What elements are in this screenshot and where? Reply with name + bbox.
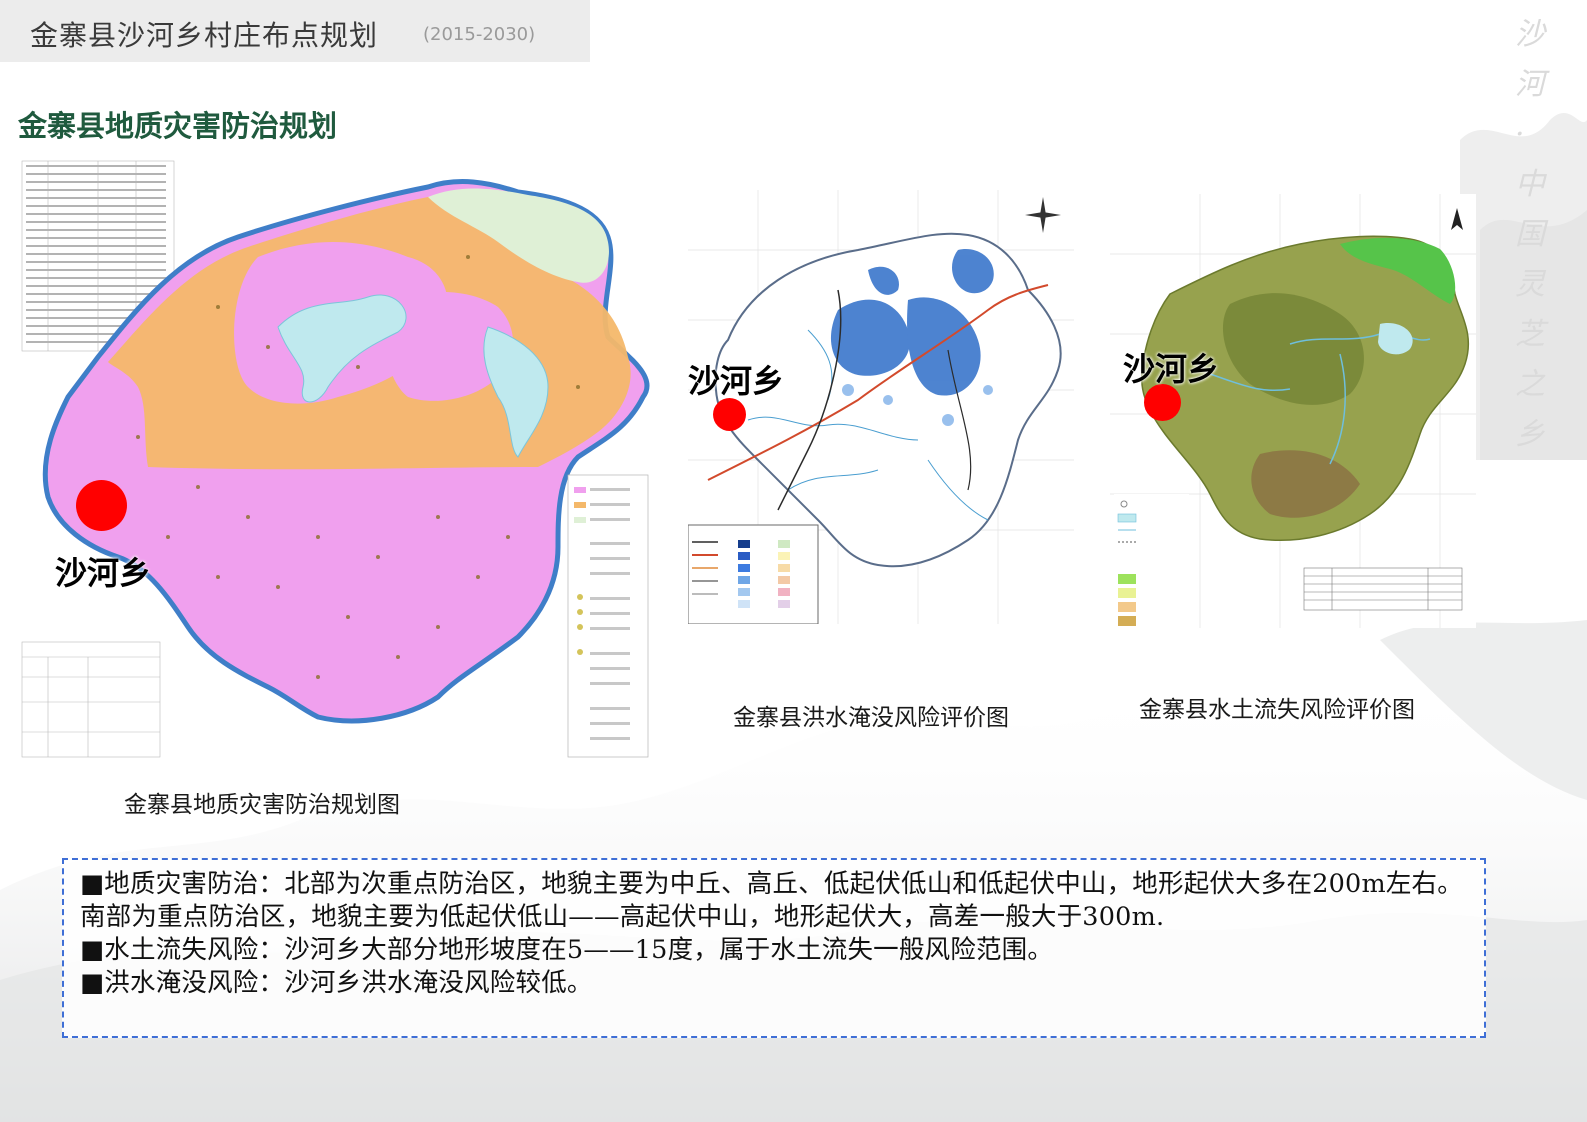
description-box: ■地质灾害防治：北部为次重点防治区，地貌主要为中丘、高丘、低起伏低山和低起伏中山… (62, 858, 1486, 1038)
description-geo-hazard: ■地质灾害防治：北部为次重点防治区，地貌主要为中丘、高丘、低起伏低山和低起伏中山… (80, 869, 1463, 932)
geo-map-caption: 金寨县地质灾害防治规划图 (124, 792, 400, 818)
geo-map-pin-label: 沙河乡 (55, 554, 152, 592)
section-title: 金寨县地质灾害防治规划 (18, 109, 338, 143)
geo-map-pin (76, 480, 127, 531)
page-title: 金寨县沙河乡村庄布点规划 (30, 19, 379, 52)
soil-stats-table (1303, 567, 1463, 611)
plan-years: (2015-2030) (423, 24, 536, 45)
geo-hazard-map (18, 157, 651, 765)
vertical-slogan: 沙河·中国灵芝之乡 (1515, 17, 1545, 452)
header-bar: 金寨县沙河乡村庄布点规划 (2015-2030) (0, 0, 590, 62)
description-soil-erosion: ■水土流失风险：沙河乡大部分地形坡度在5——15度，属于水土流失一般风险范围。 (80, 935, 1054, 965)
flood-map-pin (713, 398, 746, 431)
flood-map-pin-label: 沙河乡 (688, 362, 785, 400)
description-flood: ■洪水淹没风险：沙河乡洪水淹没风险较低。 (80, 968, 593, 998)
flood-map-caption: 金寨县洪水淹没风险评价图 (733, 705, 1009, 731)
soil-legend (1114, 494, 1189, 628)
soil-map-caption: 金寨县水土流失风险评价图 (1139, 697, 1415, 723)
flood-legend (688, 524, 819, 624)
flood-risk-map (688, 190, 1074, 624)
soil-map-pin-label: 沙河乡 (1123, 350, 1220, 388)
